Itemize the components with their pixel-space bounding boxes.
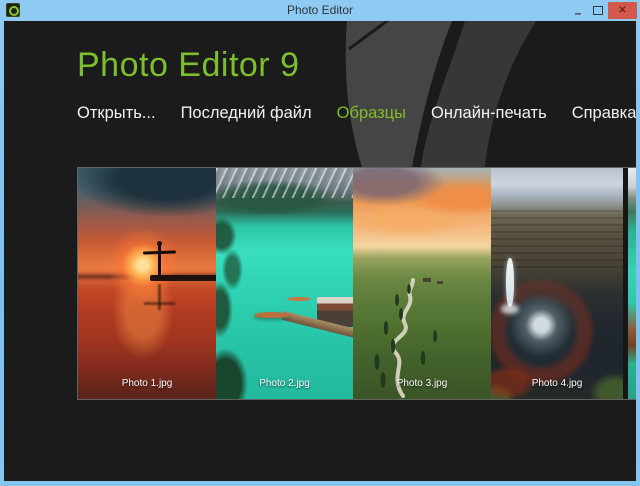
photo-filename: Photo 1.jpg [78,378,216,389]
main-content: Photo Editor 9 Открыть... Последний файл… [4,21,636,481]
waterfall [506,258,514,307]
window-controls: – ✕ [568,2,637,19]
window-title: Photo Editor [0,0,640,21]
menu-item-open[interactable]: Открыть... [77,104,156,123]
pine-trees [216,200,263,399]
minimize-button[interactable]: – [568,2,588,19]
boat [287,297,310,301]
photo-filename: Photo 4.jpg [491,378,623,389]
menu-item-help[interactable]: Справка [572,104,636,123]
photo-thumbnail-next-partial[interactable] [628,168,636,399]
winding-road-graphic [353,168,491,399]
photo-thumbnail-2[interactable]: Photo 2.jpg [216,168,353,399]
titlebar[interactable]: Photo Editor – ✕ [0,0,640,21]
boat [254,312,290,318]
sample-gallery: Photo 1.jpg Photo 2.jpg [77,167,636,400]
photo-thumbnail-3[interactable]: Photo 3.jpg [353,168,491,399]
menu-item-recent-file[interactable]: Последний файл [181,104,312,123]
maximize-button[interactable] [588,2,608,19]
person-silhouette [158,245,161,276]
menu-item-samples[interactable]: Образцы [337,104,406,123]
page-title: Photo Editor 9 [4,21,636,85]
menu-item-online-print[interactable]: Онлайн-печать [431,104,547,123]
photo-thumbnail-1[interactable]: Photo 1.jpg [78,168,216,399]
close-button[interactable]: ✕ [608,2,637,19]
maximize-icon [593,6,603,15]
photo-filename: Photo 3.jpg [353,378,491,389]
photo-thumbnail-4[interactable]: Photo 4.jpg [491,168,623,399]
app-window: Photo Editor – ✕ Photo Editor 9 Открыть.… [0,0,640,486]
mountain-ridge [216,168,353,198]
photo-filename: Photo 2.jpg [216,378,353,389]
main-menu: Открыть... Последний файл Образцы Онлайн… [77,104,636,123]
person-reflection [158,284,161,310]
